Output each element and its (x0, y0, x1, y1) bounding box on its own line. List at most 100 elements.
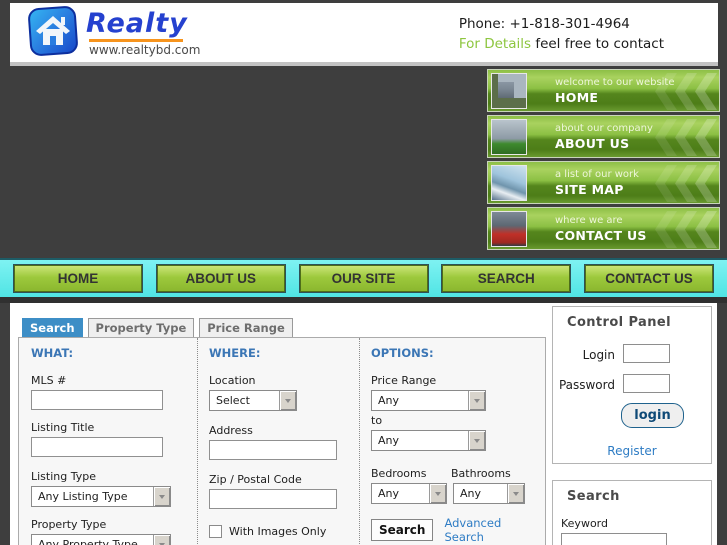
location-select[interactable]: Select (209, 390, 297, 411)
site-url: www.realtybd.com (89, 43, 201, 57)
dropdown-arrow-icon (468, 431, 485, 450)
tab-property-type[interactable]: Property Type (87, 318, 195, 339)
register-link[interactable]: Register (553, 444, 711, 458)
bathrooms-value: Any (460, 487, 482, 500)
main-content: Search Property Type Price Range WHAT: M… (10, 303, 717, 545)
tab-search[interactable]: Search (22, 318, 83, 339)
keyword-input[interactable] (561, 533, 667, 545)
bedrooms-value: Any (378, 487, 400, 500)
nav-button-home[interactable]: HOME (13, 264, 143, 293)
dropdown-arrow-icon (468, 391, 485, 410)
login-label: Login (582, 348, 615, 362)
mls-label: MLS # (31, 374, 67, 387)
advanced-search-link[interactable]: Advanced Search (444, 516, 541, 544)
mls-input[interactable] (31, 390, 163, 410)
tab-price-range[interactable]: Price Range (199, 318, 293, 339)
zip-label: Zip / Postal Code (209, 473, 302, 486)
with-images-label: With Images Only (229, 525, 327, 538)
chevron-left-icon (675, 165, 697, 202)
search-button[interactable]: Search (371, 519, 434, 541)
sidebar-search-title: Search (567, 489, 620, 504)
side-menu-item-about[interactable]: about our company ABOUT US (487, 115, 720, 158)
chevron-left-icon (695, 165, 717, 202)
menu-tagline: a list of our work (555, 169, 639, 180)
menu-label: CONTACT US (555, 228, 647, 243)
column-divider (197, 338, 198, 545)
chevron-left-icon (655, 165, 677, 202)
menu-tagline: about our company (555, 123, 653, 134)
sitemap-thumbnail-image (491, 164, 527, 201)
chevron-left-icon (695, 211, 717, 248)
address-input[interactable] (209, 440, 337, 460)
hero-side-menu: welcome to our website HOME about our co… (487, 69, 720, 253)
bedrooms-select[interactable]: Any (371, 483, 447, 504)
options-column: OPTIONS: Price Range Any to Any Bedrooms… (371, 346, 541, 544)
listing-title-input[interactable] (31, 437, 163, 457)
property-type-select[interactable]: Any Property Type (31, 534, 171, 545)
control-panel-title: Control Panel (567, 315, 671, 330)
menu-label: ABOUT US (555, 136, 630, 151)
login-button[interactable]: login (621, 403, 684, 428)
dropdown-arrow-icon (507, 484, 524, 503)
contact-rest: feel free to contact (535, 36, 664, 52)
dropdown-arrow-icon (153, 487, 170, 506)
password-label: Password (558, 378, 615, 392)
page: Realty www.realtybd.com Phone: +1-818-30… (0, 0, 727, 545)
contact-highlight: For Details (458, 36, 532, 52)
nav-button-about-us[interactable]: ABOUT US (155, 264, 286, 293)
nav-button-search[interactable]: SEARCH (441, 264, 572, 293)
zip-input[interactable] (209, 489, 337, 509)
menu-text: welcome to our website HOME (555, 76, 675, 105)
realty-logo[interactable]: Realty www.realtybd.com (26, 4, 200, 58)
bathrooms-select[interactable]: Any (453, 483, 525, 504)
main-navbar: HOME ABOUT US OUR SITE SEARCH CONTACT US (0, 258, 727, 297)
phone-number: Phone: +1-818-301-4964 (458, 16, 630, 32)
price-range-label: Price Range (371, 374, 437, 387)
address-label: Address (209, 424, 253, 437)
about-thumbnail-image (491, 118, 527, 155)
control-panel: Control Panel Login Password login Regis… (552, 306, 712, 464)
nav-button-contact-us[interactable]: CONTACT US (584, 264, 714, 293)
side-menu-item-sitemap[interactable]: a list of our work SITE MAP (487, 161, 720, 204)
with-images-checkbox[interactable] (209, 525, 222, 538)
menu-text: where we are CONTACT US (555, 214, 647, 243)
price-from-select[interactable]: Any (371, 390, 486, 411)
contact-thumbnail-image (491, 210, 527, 247)
chevron-left-icon (695, 119, 717, 156)
search-form: WHAT: MLS # Listing Title Listing Type A… (18, 337, 546, 545)
menu-text: about our company ABOUT US (555, 122, 653, 151)
dropdown-arrow-icon (153, 535, 170, 545)
login-input[interactable] (623, 344, 670, 363)
sidebar-search-panel: Search Keyword (552, 480, 712, 545)
menu-tagline: where we are (555, 215, 623, 226)
bedrooms-label: Bedrooms (371, 467, 427, 480)
listing-title-label: Listing Title (31, 421, 95, 434)
home-thumbnail-image (491, 72, 527, 109)
search-action-row: Search Advanced Search (371, 516, 541, 544)
property-type-value: Any Property Type (38, 538, 138, 545)
search-tabs: Search Property Type Price Range (22, 318, 293, 339)
chevron-left-icon (695, 73, 717, 110)
price-from-value: Any (378, 394, 400, 407)
where-heading: WHERE: (209, 346, 261, 360)
password-input[interactable] (623, 374, 670, 393)
listing-type-select[interactable]: Any Listing Type (31, 486, 171, 507)
to-label: to (371, 414, 383, 427)
column-divider (359, 338, 360, 545)
chevron-left-icon (675, 119, 697, 156)
with-images-row: With Images Only (209, 525, 351, 538)
what-heading: WHAT: (31, 346, 74, 360)
side-menu-item-home[interactable]: welcome to our website HOME (487, 69, 720, 112)
menu-text: a list of our work SITE MAP (555, 168, 639, 197)
side-menu-item-contact[interactable]: where we are CONTACT US (487, 207, 720, 250)
chevron-left-icon (655, 119, 677, 156)
listing-type-value: Any Listing Type (38, 490, 128, 503)
menu-label: HOME (555, 90, 599, 105)
dropdown-arrow-icon (429, 484, 446, 503)
chevron-left-icon (655, 211, 677, 248)
price-to-select[interactable]: Any (371, 430, 486, 451)
nav-button-our-site[interactable]: OUR SITE (298, 264, 429, 293)
menu-tagline: welcome to our website (555, 77, 675, 88)
property-type-label: Property Type (31, 518, 107, 531)
listing-type-label: Listing Type (31, 470, 97, 483)
